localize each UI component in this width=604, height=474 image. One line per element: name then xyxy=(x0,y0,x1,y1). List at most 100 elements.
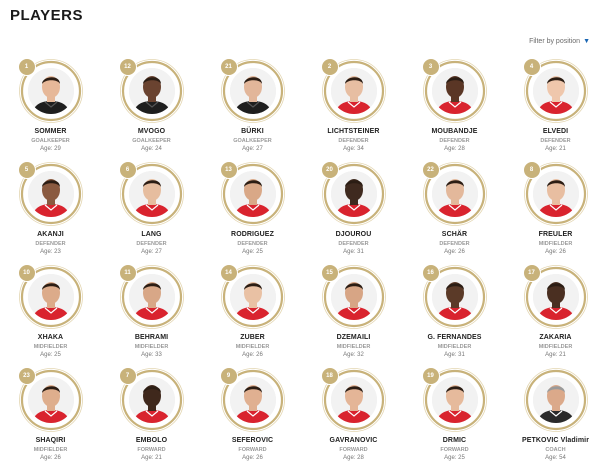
player-avatar xyxy=(27,68,74,114)
age-value: 26 xyxy=(54,455,61,461)
player-position: FORWARD xyxy=(339,447,368,453)
player-age: Age: 25 xyxy=(444,455,465,461)
age-prefix: Age: xyxy=(444,455,459,461)
age-prefix: Age: xyxy=(343,352,358,358)
player-position: FORWARD xyxy=(238,447,267,453)
player-position: GOALKEEPER xyxy=(233,138,272,144)
player-card[interactable]: 2 LICHTSTEINER DEFENDER Age: 34 xyxy=(303,58,404,161)
shirt-number-badge: 11 xyxy=(118,264,137,282)
player-age: Age: 26 xyxy=(242,455,263,461)
player-avatar xyxy=(27,171,74,217)
player-position: DEFENDER xyxy=(338,241,369,247)
player-card[interactable]: 20 DJOUROU DEFENDER Age: 31 xyxy=(303,161,404,264)
age-value: 26 xyxy=(256,455,263,461)
age-value: 21 xyxy=(559,352,566,358)
player-age: Age: 28 xyxy=(343,455,364,461)
age-value: 26 xyxy=(256,352,263,358)
player-card[interactable]: 11 BEHRAMI MIDFIELDER Age: 33 xyxy=(101,264,202,367)
player-avatar xyxy=(532,171,579,217)
player-photo-frame: 18 xyxy=(320,367,387,433)
age-prefix: Age: xyxy=(545,249,560,255)
age-prefix: Age: xyxy=(343,146,358,152)
shirt-number-badge: 14 xyxy=(219,264,238,282)
age-value: 21 xyxy=(155,455,162,461)
player-card[interactable]: 19 DRMIC FORWARD Age: 25 xyxy=(404,367,505,470)
age-value: 31 xyxy=(357,249,364,255)
shirt-number-badge: 8 xyxy=(522,161,541,179)
shirt-number-badge: 12 xyxy=(118,58,137,76)
player-card[interactable]: 8 FREULER MIDFIELDER Age: 26 xyxy=(505,161,604,264)
player-photo-frame: 15 xyxy=(320,264,387,330)
age-value: 28 xyxy=(357,455,364,461)
player-photo-frame: 5 xyxy=(17,161,84,227)
player-avatar xyxy=(330,171,377,217)
player-avatar xyxy=(431,68,478,114)
player-age: Age: 31 xyxy=(444,352,465,358)
player-photo-frame: 6 xyxy=(118,161,185,227)
shirt-number-badge: 2 xyxy=(320,58,339,76)
age-prefix: Age: xyxy=(141,455,156,461)
player-card[interactable]: 17 ZAKARIA MIDFIELDER Age: 21 xyxy=(505,264,604,367)
player-name: MVOGO xyxy=(137,128,166,135)
age-prefix: Age: xyxy=(242,352,257,358)
player-avatar xyxy=(27,274,74,320)
player-avatar xyxy=(229,171,276,217)
player-photo-frame: 3 xyxy=(421,58,488,124)
age-prefix: Age: xyxy=(545,146,560,152)
player-card[interactable]: 21 BÜRKI GOALKEEPER Age: 27 xyxy=(202,58,303,161)
shirt-number-badge: 6 xyxy=(118,161,137,179)
player-card[interactable]: 4 ELVEDI DEFENDER Age: 21 xyxy=(505,58,604,161)
shirt-number-badge: 10 xyxy=(17,264,36,282)
player-position: FORWARD xyxy=(440,447,469,453)
player-photo-frame: 7 xyxy=(118,367,185,433)
filter-by-position-dropdown[interactable]: Filter by position ▼ xyxy=(529,38,590,45)
player-age: Age: 28 xyxy=(444,146,465,152)
player-card[interactable]: 10 XHAKA MIDFIELDER Age: 25 xyxy=(0,264,101,367)
age-prefix: Age: xyxy=(242,455,257,461)
player-name: MOUBANDJE xyxy=(431,128,478,135)
player-avatar xyxy=(532,377,579,423)
player-card[interactable]: 12 MVOGO GOALKEEPER Age: 24 xyxy=(101,58,202,161)
shirt-number-badge: 3 xyxy=(421,58,440,76)
player-age: Age: 29 xyxy=(40,146,61,152)
player-avatar xyxy=(229,68,276,114)
player-age: Age: 27 xyxy=(141,249,162,255)
age-value: 26 xyxy=(458,249,465,255)
player-name: RODRIGUEZ xyxy=(231,231,274,238)
player-name: ELVEDI xyxy=(542,128,569,135)
player-card[interactable]: 1 SOMMER GOALKEEPER Age: 29 xyxy=(0,58,101,161)
shirt-number-badge: 9 xyxy=(219,367,238,385)
player-name: BEHRAMI xyxy=(134,334,169,341)
player-avatar xyxy=(229,377,276,423)
player-position: MIDFIELDER xyxy=(538,344,573,350)
players-grid: 1 SOMMER GOALKEEPER Age: 29 12 MVOGO GOA… xyxy=(0,58,604,470)
player-card[interactable]: 5 AKANJI DEFENDER Age: 23 xyxy=(0,161,101,264)
player-card[interactable]: 6 LANG DEFENDER Age: 27 xyxy=(101,161,202,264)
age-value: 27 xyxy=(256,146,263,152)
player-card[interactable]: 15 DZEMAILI MIDFIELDER Age: 32 xyxy=(303,264,404,367)
player-card[interactable]: 3 MOUBANDJE DEFENDER Age: 28 xyxy=(404,58,505,161)
player-age: Age: 26 xyxy=(444,249,465,255)
player-name: ZUBER xyxy=(240,334,265,341)
player-card[interactable]: 22 SCHÄR DEFENDER Age: 26 xyxy=(404,161,505,264)
player-card[interactable]: 7 EMBOLO FORWARD Age: 21 xyxy=(101,367,202,470)
player-card[interactable]: 13 RODRIGUEZ DEFENDER Age: 25 xyxy=(202,161,303,264)
age-prefix: Age: xyxy=(444,146,459,152)
shirt-number-badge: 16 xyxy=(421,264,440,282)
age-value: 23 xyxy=(54,249,61,255)
player-card[interactable]: 18 GAVRANOVIC FORWARD Age: 28 xyxy=(303,367,404,470)
player-card[interactable]: 9 SEFEROVIC FORWARD Age: 26 xyxy=(202,367,303,470)
age-prefix: Age: xyxy=(40,455,55,461)
player-age: Age: 23 xyxy=(40,249,61,255)
player-name: G. FERNANDES xyxy=(427,334,482,341)
player-card[interactable]: 23 SHAQIRI MIDFIELDER Age: 26 xyxy=(0,367,101,470)
age-value: 33 xyxy=(155,352,162,358)
player-avatar xyxy=(431,274,478,320)
player-card[interactable]: PETKOVIC Vladimir COACH Age: 54 xyxy=(505,367,604,470)
player-position: MIDFIELDER xyxy=(33,344,68,350)
age-prefix: Age: xyxy=(545,352,560,358)
player-name: BÜRKI xyxy=(241,128,264,135)
player-card[interactable]: 16 G. FERNANDES MIDFIELDER Age: 31 xyxy=(404,264,505,367)
player-position: MIDFIELDER xyxy=(134,344,169,350)
player-card[interactable]: 14 ZUBER MIDFIELDER Age: 26 xyxy=(202,264,303,367)
